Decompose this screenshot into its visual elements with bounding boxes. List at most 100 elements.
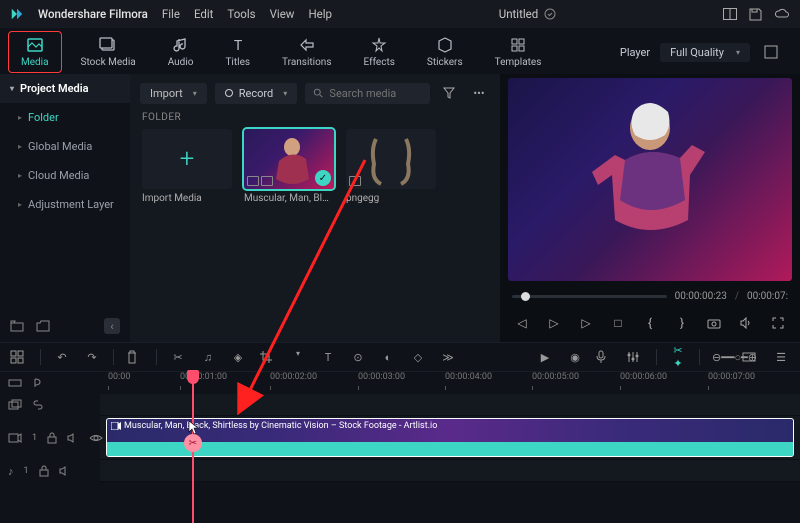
media-browser: Import Record ••• FOLDER + Import Media … (130, 74, 500, 342)
search-icon (313, 87, 323, 99)
mute-icon[interactable] (67, 433, 79, 443)
preview-viewport[interactable] (508, 78, 792, 281)
sidebar-collapse-button[interactable]: ‹ (104, 318, 120, 334)
video-track-1[interactable]: Muscular, Man, Black, Shirtless by Cinem… (100, 416, 800, 460)
tool-color[interactable]: ◐ (379, 351, 397, 364)
menu-edit[interactable]: Edit (194, 7, 213, 21)
audio-track-1[interactable] (100, 460, 800, 482)
tool-manage-tracks[interactable] (10, 350, 28, 364)
track-header-video1[interactable]: 1 (0, 416, 100, 460)
media-section-label: FOLDER (130, 112, 500, 129)
timeline: 1 ♪ 1 00:00 00:00:01:00 00:00:02:00 00:0… (0, 372, 800, 523)
overlay-icon (8, 399, 22, 411)
record-icon (225, 89, 233, 97)
more-icon[interactable]: ••• (468, 82, 490, 104)
search-media[interactable] (305, 83, 430, 104)
menu-view[interactable]: View (270, 7, 295, 21)
document-title-area[interactable]: Untitled (499, 7, 557, 21)
player-quality-dropdown[interactable]: Full Quality (660, 43, 750, 62)
tool-crop[interactable] (259, 350, 277, 364)
tool-music-beat[interactable]: ♫ (199, 351, 217, 364)
track-header-overlay[interactable] (0, 394, 100, 416)
stop-button[interactable]: □ (607, 312, 629, 334)
tool-speed[interactable]: ⊙ (349, 351, 367, 364)
new-folder-icon[interactable] (36, 320, 50, 332)
snapshot-button[interactable] (703, 312, 725, 334)
tool-delete[interactable] (126, 350, 144, 364)
timeline-ruler[interactable]: 00:00 00:00:01:00 00:00:02:00 00:00:03:0… (100, 372, 800, 392)
save-icon[interactable] (749, 8, 762, 21)
tool-more[interactable]: ≫ (439, 351, 457, 364)
search-input[interactable] (329, 87, 422, 100)
tool-keyframe[interactable]: ◇ (409, 351, 427, 364)
sidebar-item-global-media[interactable]: Global Media (0, 132, 130, 161)
mark-in-button[interactable]: { (639, 312, 661, 334)
prev-frame-button[interactable]: ◁ (511, 312, 533, 334)
sidebar: Project Media Folder Global Media Cloud … (0, 74, 130, 342)
tab-audio[interactable]: Audio (155, 31, 207, 73)
tab-effects[interactable]: Effects (351, 31, 408, 73)
player-label: Player (620, 46, 650, 59)
tool-smart-edit[interactable]: ✂✦ (669, 344, 687, 370)
player-controls: ◁ ▷ ▷ □ { } (500, 308, 800, 342)
play-button[interactable]: ▷ (575, 312, 597, 334)
media-type-badges (349, 176, 361, 186)
ruler-options[interactable] (0, 372, 100, 394)
preview-scrubber[interactable] (512, 295, 667, 298)
tool-undo[interactable]: ↶ (53, 351, 71, 364)
playhead-split-icon[interactable]: ✂ (184, 434, 202, 452)
tool-marker[interactable]: ◈ (229, 351, 247, 364)
import-media-tile[interactable]: + Import Media (142, 129, 232, 204)
mute-icon[interactable] (59, 466, 71, 476)
player-settings-icon[interactable] (760, 41, 782, 63)
timeline-clip[interactable]: Muscular, Man, Black, Shirtless by Cinem… (106, 418, 794, 457)
tab-stickers[interactable]: Stickers (414, 31, 476, 73)
visibility-icon[interactable] (89, 433, 103, 443)
next-frame-button[interactable]: ▷ (543, 312, 565, 334)
tool-split[interactable]: ✂ (169, 351, 187, 364)
menu-tools[interactable]: Tools (227, 7, 255, 21)
tool-redo[interactable]: ↷ (83, 351, 101, 364)
fullscreen-button[interactable] (767, 312, 789, 334)
filter-icon[interactable] (438, 82, 460, 104)
tool-list-icon[interactable]: ☰ (772, 351, 790, 364)
tool-text[interactable]: T (319, 351, 337, 364)
menu-help[interactable]: Help (308, 7, 332, 21)
media-type-badges (247, 176, 273, 186)
sidebar-item-folder[interactable]: Folder (0, 103, 130, 132)
mark-out-button[interactable]: } (671, 312, 693, 334)
lock-icon[interactable] (47, 432, 57, 444)
sidebar-item-cloud-media[interactable]: Cloud Media (0, 161, 130, 190)
tab-titles[interactable]: T Titles (212, 31, 263, 73)
tool-zoom-slider[interactable]: ⊖━━○━⊕ (712, 351, 730, 364)
layout-icon[interactable] (723, 8, 737, 21)
tab-templates[interactable]: Templates (482, 31, 555, 73)
tab-media[interactable]: Media (8, 31, 62, 73)
import-dropdown[interactable]: Import (140, 83, 207, 104)
tool-zoom-fit[interactable] (742, 352, 760, 362)
tool-render[interactable]: ▶ (536, 351, 554, 364)
sidebar-header[interactable]: Project Media (0, 74, 130, 103)
lock-icon[interactable] (39, 465, 49, 477)
media-item-image[interactable]: pngegg (346, 129, 436, 204)
mode-tabs: Media Stock Media Audio T Titles Transit… (0, 28, 800, 74)
media-item-video[interactable]: ✓ Muscular, Man, Black,... (244, 129, 334, 204)
tool-mixer[interactable] (626, 351, 644, 363)
volume-button[interactable] (735, 312, 757, 334)
cloud-icon[interactable] (774, 8, 790, 21)
playhead[interactable]: ✂ (192, 372, 194, 523)
tab-transitions[interactable]: Transitions (269, 31, 344, 73)
new-bin-icon[interactable] (10, 320, 24, 332)
record-dropdown[interactable]: Record (215, 83, 298, 104)
overlay-track[interactable] (100, 394, 800, 416)
time-current: 00:00:00:23 (675, 291, 727, 302)
link-icon[interactable] (32, 399, 44, 411)
tool-mic[interactable] (596, 350, 614, 364)
tab-stock-media[interactable]: Stock Media (68, 31, 149, 73)
tool-record-vo[interactable]: ◉ (566, 351, 584, 364)
preview-panel: 00:00:00:23 / 00:00:07: ◁ ▷ ▷ □ { } (500, 74, 800, 342)
svg-text:T: T (234, 38, 243, 54)
track-header-audio1[interactable]: ♪ 1 (0, 460, 100, 482)
sidebar-item-adjustment-layer[interactable]: Adjustment Layer (0, 190, 130, 219)
menu-file[interactable]: File (162, 7, 180, 21)
